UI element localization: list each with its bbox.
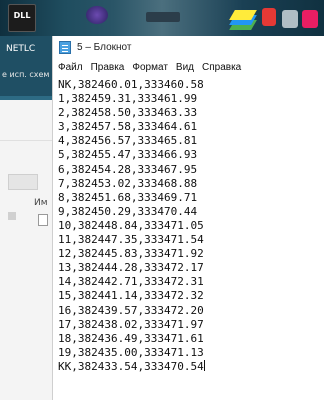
text-line: 4,382456.57,333465.81 [58,134,198,148]
desktop-app-icon[interactable] [302,10,318,28]
text-line: 9,382450.29,333470.44 [58,204,198,218]
text-line: 11,382447.35,333471.54 [58,233,204,247]
desktop-background: DLL [0,0,324,36]
text-line: 2,382458.50,333463.33 [58,106,198,120]
text-line: 3,382457.58,333464.61 [58,120,198,134]
file-icon[interactable] [8,212,16,220]
text-line: 17,382438.02,333471.97 [58,317,204,331]
text-line: 13,382444.28,333472.17 [58,261,204,275]
menu-view[interactable]: Вид [176,62,194,73]
text-line: 18,382436.49,333471.61 [58,331,204,345]
text-line-content: KK,382433.54,333470.54 [58,359,204,373]
dll-file-icon[interactable]: DLL [8,4,36,32]
desktop-app-icon[interactable] [282,10,298,28]
screen: DLL NETLC е исп. схем Им 5 – Блокнот Фай… [0,0,324,400]
text-line: 10,382448.84,333471.05 [58,218,204,232]
file-icon[interactable] [38,214,48,226]
explorer-title: NETLC [6,44,36,54]
text-line: 14,382442.71,333472.31 [58,275,204,289]
text-caret [203,359,205,371]
text-line: NK,382460.01,333460.58 [58,78,204,91]
text-line: 19,382435.00,333471.13 [58,345,204,359]
dll-icon-label: DLL [13,11,31,20]
text-line: 8,382451.68,333469.71 [58,190,198,204]
notepad-window: 5 – Блокнот Файл Правка Формат Вид Справ… [52,36,324,400]
menu-help[interactable]: Справка [202,62,241,73]
text-line: 12,382445.83,333471.92 [58,247,204,261]
text-line: 6,382454.28,333467.95 [58,162,198,176]
menu-edit[interactable]: Правка [91,62,125,73]
explorer-accent-bar [0,96,52,100]
title-bar[interactable]: 5 – Блокнот [53,36,324,58]
text-line: 5,382455.47,333466.93 [58,148,198,162]
explorer-column-label: Им [34,198,48,208]
layers-app-icon[interactable] [229,8,257,32]
menu-file[interactable]: Файл [58,62,83,73]
menu-bar: Файл Правка Формат Вид Справка [53,58,324,76]
text-line: 1,382459.31,333461.99 [58,92,198,106]
explorer-divider [0,140,52,141]
menu-format[interactable]: Формат [132,62,168,73]
desktop-app-icon[interactable] [86,6,108,24]
window-title: 5 – Блокнот [77,41,132,53]
explorer-subtitle: е исп. схем [2,70,50,79]
text-line: 15,382441.14,333472.32 [58,289,204,303]
text-editor[interactable]: NK,382460.01,333460.58 1,382459.31,33346… [53,76,324,400]
notepad-icon [59,40,71,54]
text-line: 16,382439.57,333472.20 [58,303,204,317]
text-line: 7,382453.02,333468.88 [58,176,198,190]
desktop-app-icon[interactable] [262,8,276,26]
desktop-app-icon[interactable] [146,12,180,22]
text-line-last: KK,382433.54,333470.54 [58,359,324,374]
explorer-button[interactable] [8,174,38,190]
